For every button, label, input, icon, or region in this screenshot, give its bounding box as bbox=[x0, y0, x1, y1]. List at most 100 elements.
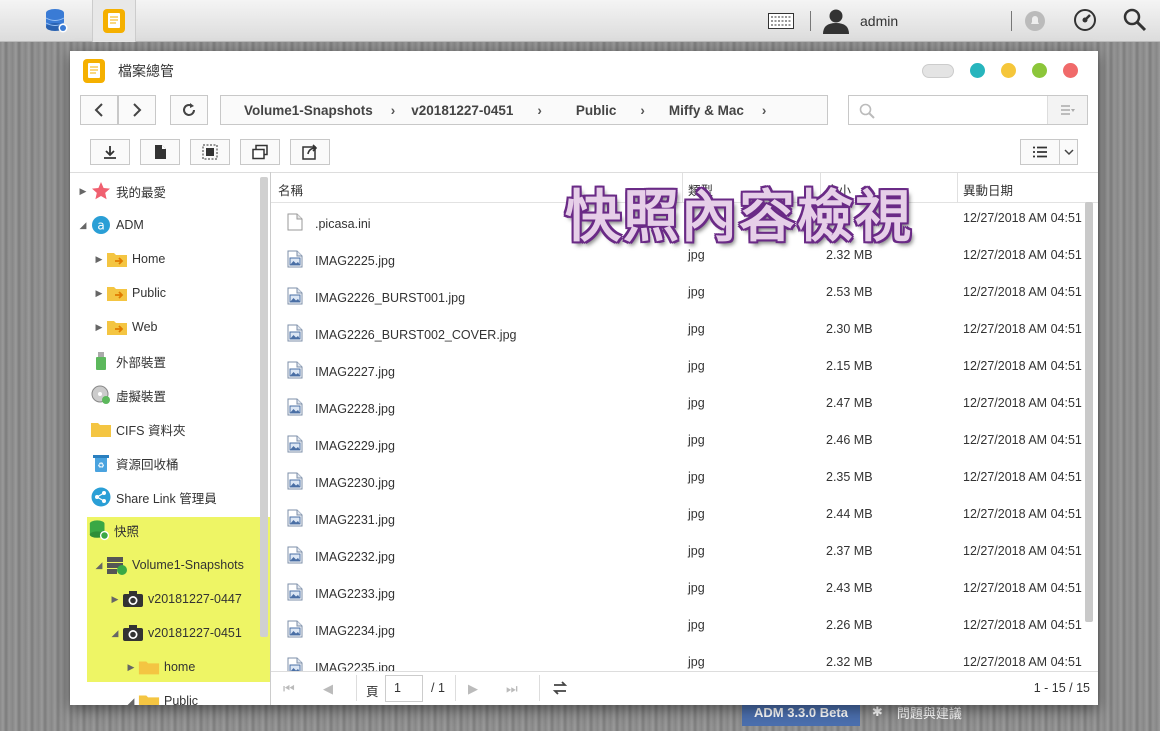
sidebar-item-adm[interactable]: ◢ a ADM bbox=[76, 210, 144, 240]
expand-arrow-icon[interactable]: ▶ bbox=[124, 662, 138, 673]
file-size: 2.32 MB bbox=[826, 655, 873, 669]
sidebar-item-home[interactable]: ▶ Home bbox=[92, 244, 165, 274]
svg-text:♻: ♻ bbox=[97, 461, 104, 470]
file-row[interactable]: IMAG2234.jpg jpg 2.26 MB 12/27/2018 AM 04:5… bbox=[271, 611, 1086, 648]
forward-button[interactable] bbox=[118, 95, 156, 125]
window-teal-button[interactable] bbox=[970, 63, 985, 78]
sidebar-item-cifs[interactable]: CIFS 資料夾 bbox=[90, 414, 185, 444]
collapse-arrow-icon[interactable]: ◢ bbox=[124, 696, 138, 706]
breadcrumb-item[interactable]: Volume1-Snapshots › bbox=[244, 103, 411, 118]
file-row[interactable]: IMAG2229.jpg jpg 2.46 MB 12/27/2018 AM 04:5… bbox=[271, 426, 1086, 463]
file-row[interactable]: IMAG2227.jpg jpg 2.15 MB 12/27/2018 AM 04:5… bbox=[271, 352, 1086, 389]
file-name-cell: IMAG2235.jpg bbox=[287, 657, 395, 672]
navigation-bar: Volume1-Snapshots › v20181227-0451 › Publi… bbox=[80, 95, 1088, 125]
file-row[interactable]: IMAG2233.jpg jpg 2.43 MB 12/27/2018 AM 04:5… bbox=[271, 574, 1086, 611]
recycle-bin-icon: ♻ bbox=[90, 453, 112, 473]
window-mode-toggle[interactable] bbox=[922, 63, 954, 78]
window-titlebar[interactable]: 檔案總管 bbox=[70, 51, 1098, 91]
file-row[interactable]: IMAG2231.jpg jpg 2.44 MB 12/27/2018 AM 04:5… bbox=[271, 500, 1086, 537]
file-row[interactable]: IMAG2230.jpg jpg 2.35 MB 12/27/2018 AM 04:5… bbox=[271, 463, 1086, 500]
sidebar-item-snapshot-home[interactable]: ▶ home bbox=[124, 652, 195, 682]
search-box[interactable] bbox=[848, 95, 1088, 125]
file-list-scrollbar[interactable] bbox=[1085, 202, 1093, 622]
adm-icon: a bbox=[90, 215, 112, 235]
sidebar-item-snapshots[interactable]: 快照 bbox=[88, 515, 139, 545]
sidebar-item-public[interactable]: ▶ Public bbox=[92, 278, 166, 308]
column-separator[interactable] bbox=[957, 173, 958, 203]
file-name-cell: IMAG2226_BURST001.jpg bbox=[287, 287, 465, 308]
file-row[interactable]: IMAG2226_BURST002_COVER.jpg jpg 2.30 MB 12/… bbox=[271, 315, 1086, 352]
sidebar-item-volume1-snapshots[interactable]: ◢ Volume1-Snapshots bbox=[92, 550, 244, 580]
last-page-icon[interactable]: ⏭ bbox=[506, 681, 518, 697]
sidebar-item-web[interactable]: ▶ Web bbox=[92, 312, 157, 342]
copy-button[interactable] bbox=[140, 139, 180, 165]
collapse-arrow-icon[interactable]: ◢ bbox=[108, 628, 122, 639]
first-page-icon[interactable]: ⏮ bbox=[283, 681, 295, 697]
previous-page-icon[interactable]: ◀ bbox=[323, 681, 333, 697]
view-mode-button[interactable] bbox=[1020, 139, 1078, 165]
separator bbox=[356, 675, 357, 701]
refresh-button[interactable] bbox=[170, 95, 208, 125]
page-number-input[interactable]: 1 bbox=[385, 675, 423, 702]
breadcrumb-item[interactable]: v20181227-0451 › bbox=[411, 103, 558, 118]
sidebar-item-favorites[interactable]: ▶ 我的最愛 bbox=[76, 176, 166, 206]
expand-arrow-icon[interactable]: ▶ bbox=[92, 288, 106, 299]
download-icon bbox=[104, 146, 116, 159]
column-name[interactable]: 名稱 bbox=[278, 180, 303, 199]
sidebar-item-sharelink[interactable]: Share Link 管理員 bbox=[90, 482, 217, 512]
file-size: 2.47 MB bbox=[826, 396, 873, 410]
sidebar-item-snapshot-0447[interactable]: ▶ v20181227-0447 bbox=[108, 584, 242, 614]
feedback-link[interactable]: 問題與建議 bbox=[897, 703, 962, 722]
maximize-button[interactable] bbox=[1032, 63, 1047, 78]
expand-arrow-icon[interactable]: ▶ bbox=[76, 186, 90, 197]
select-all-button[interactable] bbox=[190, 139, 230, 165]
collapse-arrow-icon[interactable]: ◢ bbox=[76, 220, 90, 231]
sidebar-item-recycle[interactable]: ♻ 資源回收桶 bbox=[90, 448, 179, 478]
image-file-icon bbox=[287, 250, 303, 271]
close-button[interactable] bbox=[1063, 63, 1078, 78]
file-row[interactable]: IMAG2226_BURST001.jpg jpg 2.53 MB 12/27/201… bbox=[271, 278, 1086, 315]
expand-arrow-icon[interactable]: ▶ bbox=[108, 594, 122, 605]
search-icon[interactable] bbox=[1123, 8, 1147, 35]
share-button[interactable] bbox=[290, 139, 330, 165]
new-window-button[interactable] bbox=[240, 139, 280, 165]
sidebar-item-label: 虛擬裝置 bbox=[116, 389, 167, 404]
expand-arrow-icon[interactable]: ▶ bbox=[92, 254, 106, 265]
file-modified: 12/27/2018 AM 04:51 bbox=[963, 248, 1082, 262]
sidebar-item-external[interactable]: 外部裝置 bbox=[90, 346, 166, 376]
file-row[interactable]: IMAG2235.jpg jpg 2.32 MB 12/27/2018 AM 04:5… bbox=[271, 648, 1086, 672]
sidebar-item-label: Share Link 管理員 bbox=[116, 491, 217, 506]
total-pages: / 1 bbox=[431, 681, 445, 695]
refresh-list-button[interactable] bbox=[551, 679, 569, 700]
file-row[interactable]: IMAG2232.jpg jpg 2.37 MB 12/27/2018 AM 04:5… bbox=[271, 537, 1086, 574]
file-explorer-icon[interactable] bbox=[92, 0, 136, 42]
storage-manager-icon[interactable] bbox=[34, 0, 78, 42]
share-icon bbox=[302, 144, 318, 160]
sidebar-item-snapshot-0451[interactable]: ◢ v20181227-0451 bbox=[108, 618, 242, 648]
list-view-icon bbox=[1021, 140, 1059, 164]
user-menu[interactable]: admin bbox=[822, 8, 898, 34]
search-options-button[interactable] bbox=[1047, 96, 1087, 124]
file-size: 2.46 MB bbox=[826, 433, 873, 447]
item-range: 1 - 15 / 15 bbox=[1033, 681, 1090, 695]
next-page-icon[interactable]: ▶ bbox=[468, 681, 478, 697]
sidebar-item-label: 資源回收桶 bbox=[116, 457, 179, 472]
notification-icon[interactable] bbox=[1024, 10, 1046, 35]
shared-folder-icon bbox=[106, 317, 128, 337]
column-modified[interactable]: 異動日期 bbox=[963, 180, 1013, 199]
back-button[interactable] bbox=[80, 95, 118, 125]
keyboard-icon[interactable] bbox=[768, 13, 794, 32]
minimize-button[interactable] bbox=[1001, 63, 1016, 78]
sidebar-item-snapshot-public[interactable]: ◢ Public bbox=[124, 686, 198, 705]
file-row[interactable]: IMAG2228.jpg jpg 2.47 MB 12/27/2018 AM 04:5… bbox=[271, 389, 1086, 426]
document-icon bbox=[287, 213, 303, 234]
sidebar-item-virtual[interactable]: 虛擬裝置 bbox=[90, 380, 166, 410]
sidebar-scrollbar[interactable] bbox=[260, 177, 268, 637]
dashboard-icon[interactable] bbox=[1073, 8, 1097, 35]
breadcrumb-item[interactable]: Miffy & Mac › bbox=[669, 103, 783, 118]
collapse-arrow-icon[interactable]: ◢ bbox=[92, 560, 106, 571]
download-button[interactable] bbox=[90, 139, 130, 165]
expand-arrow-icon[interactable]: ▶ bbox=[92, 322, 106, 333]
folder-icon bbox=[90, 419, 112, 439]
breadcrumb-item[interactable]: Public › bbox=[576, 103, 661, 118]
